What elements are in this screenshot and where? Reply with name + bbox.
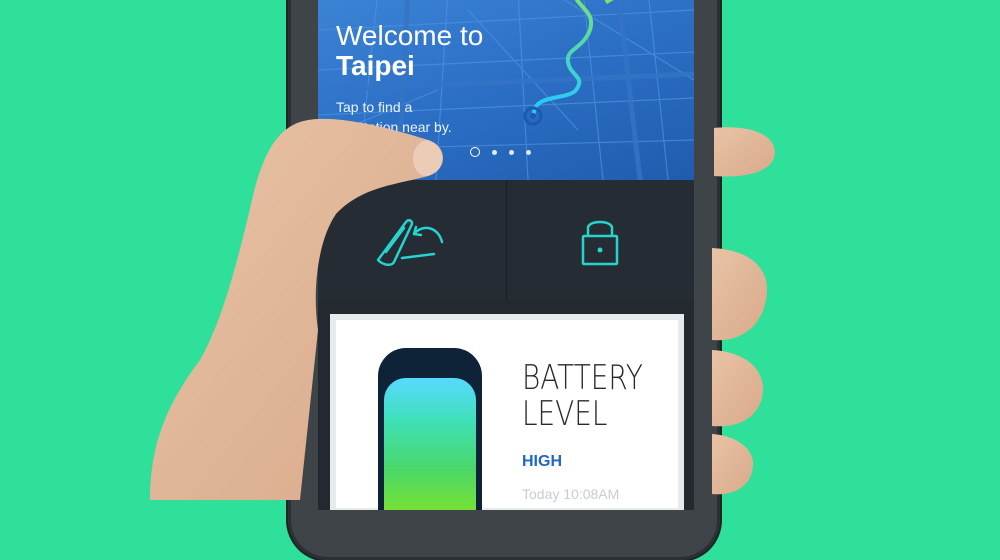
carousel-dot-4[interactable] (526, 149, 531, 155)
tap-instruction: Tap to find a GoStation near by. (336, 97, 452, 137)
action-buttons (318, 180, 694, 300)
battery-title-line-2: LEVEL (522, 394, 608, 434)
carousel-dot-2[interactable] (492, 149, 497, 155)
scooter-return-icon (376, 219, 443, 266)
app-screen: Welcome to Taipei Tap to find a GoStatio… (318, 0, 694, 510)
carousel-dot-3[interactable] (509, 149, 514, 155)
lock-icon (582, 220, 619, 266)
battery-fill (384, 378, 476, 510)
lock-button[interactable] (507, 180, 695, 300)
tap-instruction-line-2: GoStation near by. (336, 119, 452, 135)
battery-card[interactable]: BATTERY LEVEL HIGH Today 10:08AM (330, 314, 684, 510)
carousel-dots[interactable] (470, 147, 531, 157)
map-banner[interactable]: Welcome to Taipei Tap to find a GoStatio… (318, 0, 694, 180)
battery-title-line-1: BATTERY (522, 358, 643, 398)
welcome-text: Welcome to (336, 20, 484, 51)
battery-title: BATTERY LEVEL (522, 360, 643, 432)
battery-level-value: HIGH (522, 453, 562, 470)
carousel-dot-1[interactable] (470, 147, 480, 157)
tap-instruction-line-1: Tap to find a (336, 99, 413, 115)
battery-gauge-icon (378, 348, 482, 510)
city-name: Taipei (336, 50, 415, 81)
return-scooter-button[interactable] (318, 180, 507, 300)
location-pin-icon (523, 106, 543, 126)
